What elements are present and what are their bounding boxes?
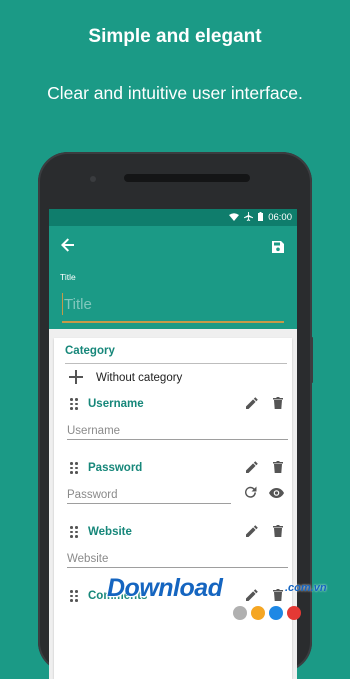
promo-headline: Simple and elegant xyxy=(88,26,262,47)
field-name-password: Password xyxy=(88,462,143,474)
visibility-icon[interactable] xyxy=(267,486,285,502)
title-label: Title xyxy=(60,272,76,282)
refresh-icon[interactable] xyxy=(241,486,259,503)
drag-handle-icon[interactable] xyxy=(70,462,80,474)
edit-icon[interactable] xyxy=(242,396,262,412)
status-time: 06:00 xyxy=(268,212,292,223)
field-header-username: Username xyxy=(70,394,288,414)
drag-handle-icon[interactable] xyxy=(70,590,80,602)
phone-camera xyxy=(90,176,96,182)
title-input[interactable] xyxy=(62,293,286,315)
status-bar: 06:00 xyxy=(49,209,297,226)
watermark-tld: .com.vn xyxy=(285,582,327,594)
save-icon xyxy=(272,241,284,253)
password-input[interactable] xyxy=(67,487,231,503)
title-field[interactable] xyxy=(62,293,286,323)
category-divider xyxy=(65,363,287,364)
delete-icon[interactable] xyxy=(268,396,288,412)
username-input[interactable] xyxy=(67,423,288,439)
entry-form-card: Category Without category Username Usern… xyxy=(54,338,292,679)
back-button[interactable] xyxy=(61,238,79,256)
password-field[interactable] xyxy=(67,485,231,504)
watermark-dot xyxy=(215,606,229,620)
category-selector[interactable]: Without category xyxy=(69,368,182,388)
airplane-icon xyxy=(244,212,254,223)
delete-icon[interactable] xyxy=(268,524,288,540)
phone-side-button xyxy=(310,337,313,383)
field-name-website: Website xyxy=(88,526,132,538)
watermark-dot xyxy=(233,606,247,620)
drag-handle-icon[interactable] xyxy=(70,398,80,410)
phone-speaker xyxy=(124,174,250,182)
promo-subline: Clear and intuitive user interface. xyxy=(47,83,303,103)
battery-icon xyxy=(258,212,264,223)
watermark-text: Download xyxy=(107,574,223,602)
delete-icon[interactable] xyxy=(268,460,288,476)
watermark-dot xyxy=(269,606,283,620)
field-name-username: Username xyxy=(88,398,144,410)
website-input[interactable] xyxy=(67,551,288,567)
watermark-dot xyxy=(251,606,265,620)
field-header-password: Password xyxy=(70,458,288,478)
category-label: Category xyxy=(65,345,115,357)
watermark-dot xyxy=(287,606,301,620)
arrow-back-icon xyxy=(61,238,74,252)
watermark-dots xyxy=(215,606,301,620)
watermark-logo: Download .com.vn xyxy=(107,572,350,620)
app-bar: Title xyxy=(49,226,297,329)
category-value: Without category xyxy=(96,372,183,384)
wifi-icon xyxy=(229,212,240,223)
save-button[interactable] xyxy=(272,240,284,253)
drag-handle-icon[interactable] xyxy=(70,526,80,538)
field-header-website: Website xyxy=(70,522,288,542)
website-field[interactable] xyxy=(67,549,288,568)
username-field[interactable] xyxy=(67,421,288,440)
edit-icon[interactable] xyxy=(242,524,262,540)
plus-icon xyxy=(69,369,89,387)
edit-icon[interactable] xyxy=(242,460,262,476)
